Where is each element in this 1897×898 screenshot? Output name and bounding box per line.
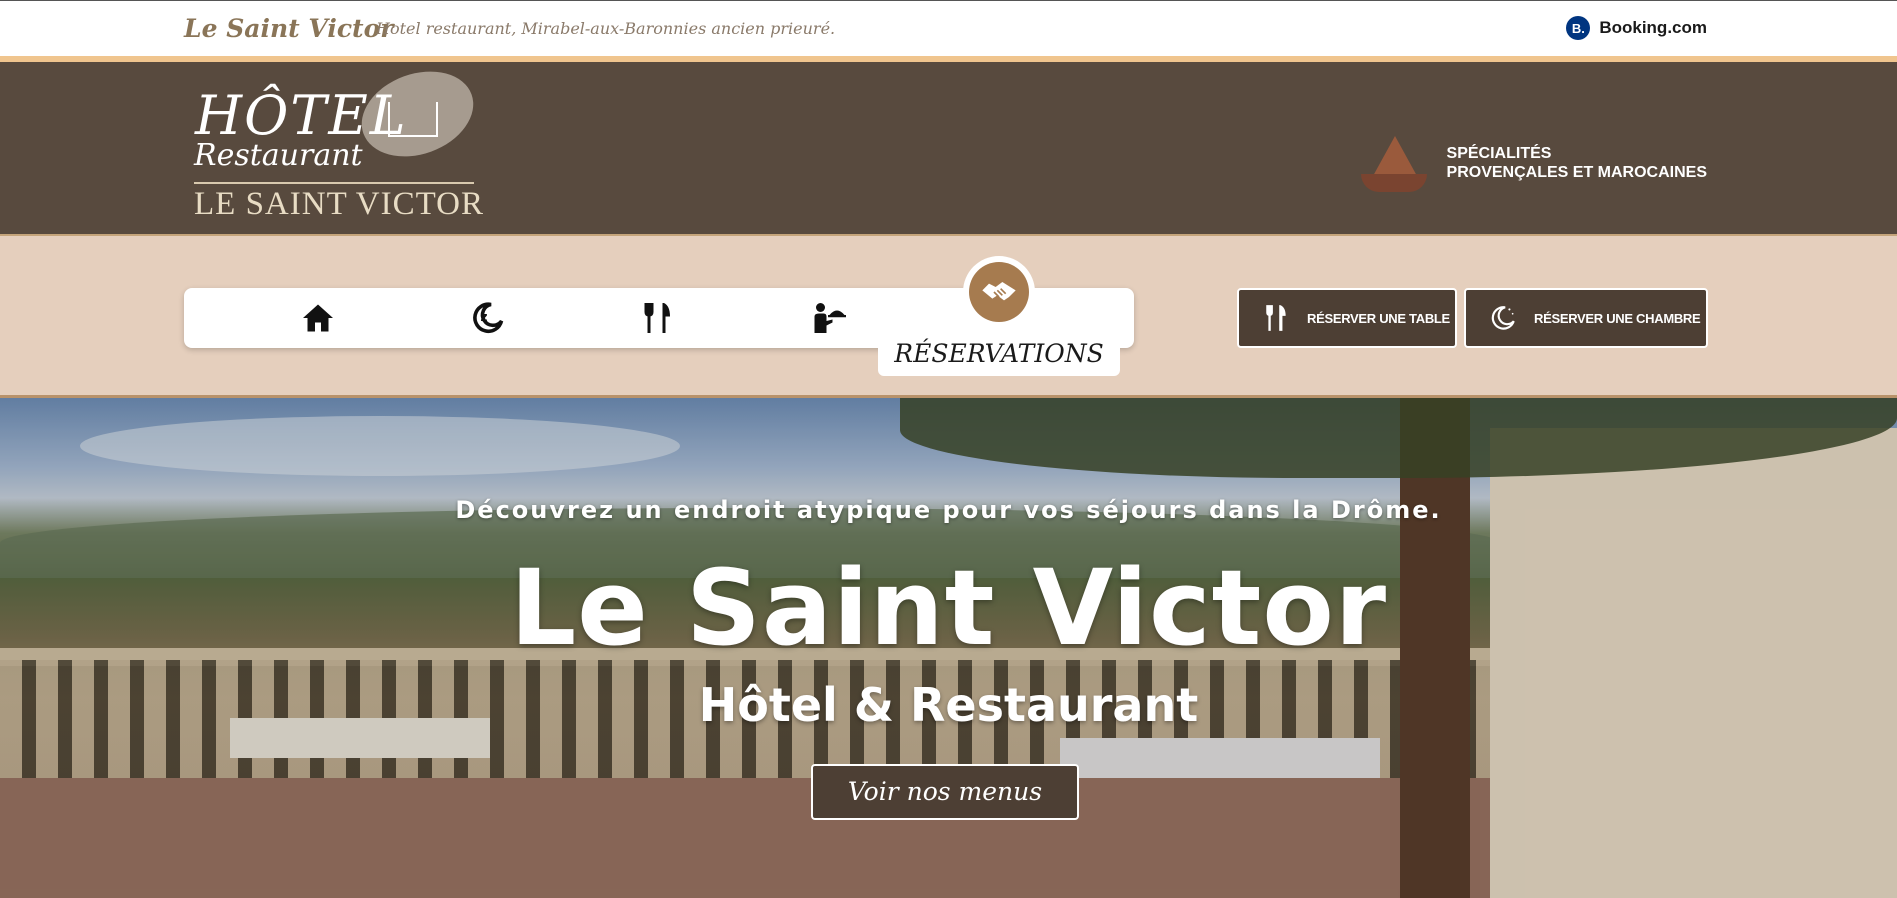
- hero-subtitle-2: Hôtel & Restaurant: [698, 678, 1199, 732]
- svg-text:z: z: [481, 310, 488, 324]
- reserve-room-label: RÉSERVER UNE CHAMBRE: [1534, 310, 1701, 326]
- nav-reservations[interactable]: [963, 256, 1035, 328]
- home-icon: [303, 304, 333, 332]
- nav-band: z RÉSERVATIONS RÉSERVER UNE TABLE RÉSERV…: [0, 234, 1897, 398]
- specialites-line2: PROVENÇALES ET MAROCAINES: [1446, 164, 1707, 181]
- tagline: Hotel restaurant, Mirabel-aux-Baronnies …: [376, 19, 836, 38]
- waiter-icon: [814, 303, 846, 333]
- hero-title: Le Saint Victor: [509, 547, 1388, 669]
- nav-restaurant[interactable]: [638, 298, 678, 338]
- logo-name-text: LE SAINT VICTOR: [194, 186, 485, 222]
- tajine-icon: [1360, 130, 1427, 196]
- hero-subtitle: Découvrez un endroit atypique pour vos s…: [455, 496, 1442, 524]
- hotel-logo[interactable]: HÔTEL Restaurant LE SAINT VICTOR: [190, 56, 490, 227]
- menus-button[interactable]: Voir nos menus: [811, 764, 1079, 820]
- reserve-table-button[interactable]: RÉSERVER UNE TABLE: [1237, 288, 1457, 348]
- nav-reservations-label[interactable]: RÉSERVATIONS: [878, 332, 1120, 376]
- specialites: SPÉCIALITÉS PROVENÇALES ET MAROCAINES: [1360, 130, 1707, 196]
- specialites-line1: SPÉCIALITÉS: [1446, 145, 1552, 162]
- handshake-icon: [982, 282, 1016, 301]
- header: HÔTEL Restaurant LE SAINT VICTOR SPÉCIAL…: [0, 56, 1897, 234]
- logo-divider: [194, 182, 474, 184]
- booking-label: Booking.com: [1599, 18, 1707, 37]
- cutlery-icon: [644, 303, 670, 333]
- nav-hotel[interactable]: z: [468, 298, 508, 338]
- moon-icon: [1491, 306, 1515, 330]
- hero-banner: Découvrez un endroit atypique pour vos s…: [0, 398, 1897, 898]
- reserve-table-label: RÉSERVER UNE TABLE: [1307, 310, 1450, 326]
- reserve-room-button[interactable]: RÉSERVER UNE CHAMBRE: [1464, 288, 1708, 348]
- logo-restaurant-text: Restaurant: [194, 138, 363, 173]
- nav-home[interactable]: [298, 298, 338, 338]
- brand-name[interactable]: Le Saint Victor: [184, 14, 393, 43]
- top-bar: Le Saint Victor Hotel restaurant, Mirabe…: [0, 0, 1897, 56]
- booking-icon: B.: [1566, 16, 1591, 40]
- moon-icon: z: [473, 302, 504, 334]
- booking-link[interactable]: B. Booking.com: [1566, 16, 1707, 40]
- nav-service[interactable]: [808, 298, 848, 338]
- cutlery-icon: [1266, 305, 1286, 331]
